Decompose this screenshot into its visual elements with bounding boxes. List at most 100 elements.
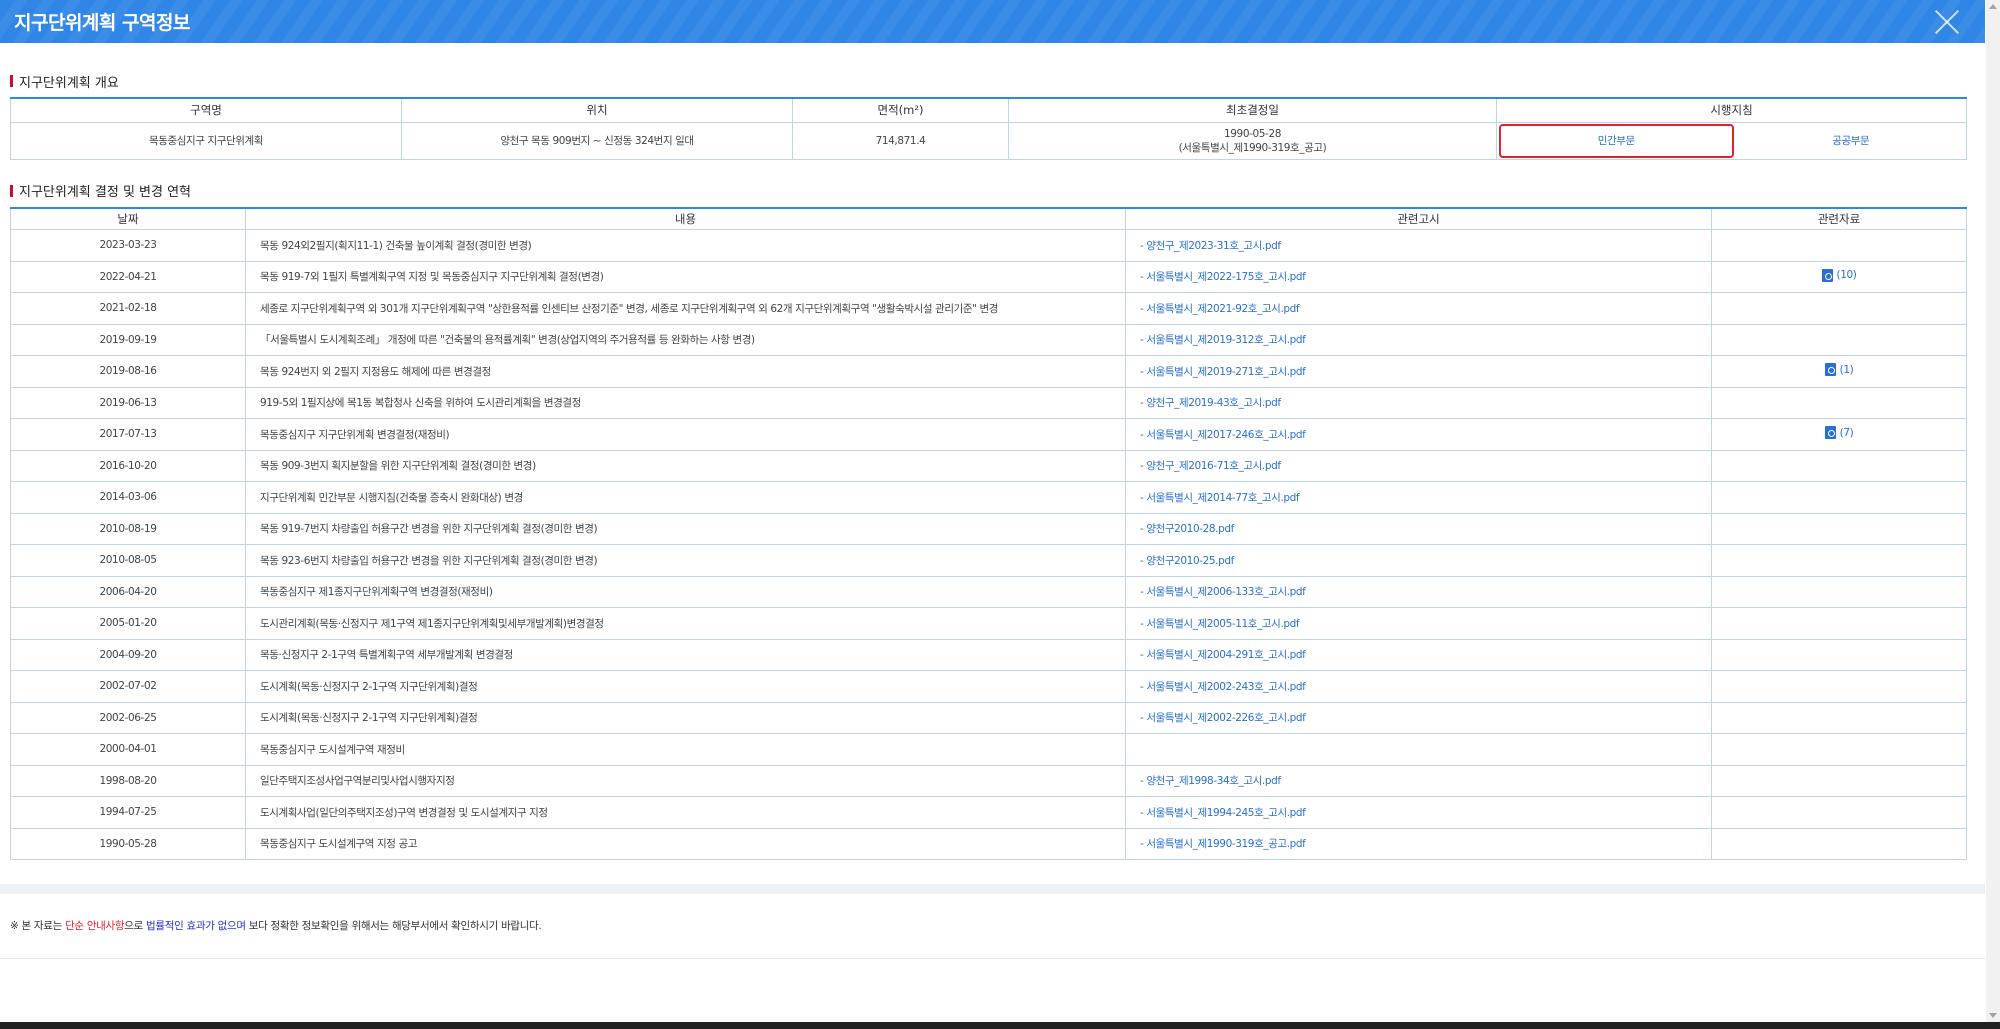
history-row: 2021-02-18 세종로 지구단위계획구역 외 301개 지구단위계획구역 "… [10,292,1967,325]
notice-pdf-link[interactable]: - 양천구_제2016-71호_고시.pdf [1140,460,1281,472]
section-marker [10,184,13,197]
notice-pdf-link[interactable]: - 양천구_제2019-43호_고시.pdf [1140,397,1281,409]
row-notice-cell: - 서울특별시_제2006-133호_고시.pdf [1125,575,1712,608]
row-content: 도시계획(목동·신정지구 2-1구역 지구단위계획)결정 [245,701,1126,734]
attachment-link[interactable]: (10) [1821,268,1857,282]
row-data-cell [1711,827,1967,860]
overview-header-row: 구역명 위치 면적(m²) 최초결정일 시행지침 [10,97,1967,123]
row-content: 목동중심지구 제1종지구단위계획구역 변경결정(재정비) [245,575,1126,608]
zone-location: 양천구 목동 909번지 ~ 신정동 324번지 일대 [401,121,793,160]
row-notice-cell: - 서울특별시_제2022-175호_고시.pdf [1125,260,1712,293]
row-content: 목동 923-6번지 차량출입 허용구간 변경을 위한 지구단위계획 결정(경미… [245,544,1126,577]
row-date: 2022-04-21 [10,260,246,293]
row-date: 1998-08-20 [10,764,246,797]
history-row: 2014-03-06 지구단위계획 민간부문 시행지침(건축물 증축시 완화대상)… [10,481,1967,514]
zone-first-date: 1990-05-28 (서울특별시_제1990-319호_공고) [1008,121,1497,160]
first-date-value: 1990-05-28 [1223,127,1282,140]
notice-pdf-link[interactable]: - 서울특별시_제2022-175호_고시.pdf [1140,271,1306,283]
popup-content: 지구단위계획 개요 구역명 위치 면적(m²) 최초결정일 시행지침 목동중심지… [0,71,1985,860]
notice-pdf-link[interactable]: - 양천구2010-25.pdf [1140,555,1234,567]
guide-public-link[interactable]: 공공부문 [1736,134,1967,148]
row-data-cell: (1) [1711,355,1967,388]
vertical-scrollbar[interactable] [1986,0,2000,1022]
disclaimer-notice: ※ 본 자료는 단순 안내사항으로 법률적인 효과가 없으며 보다 정확한 정보… [10,918,542,933]
row-notice-cell: - 서울특별시_제2019-312호_고시.pdf [1125,323,1712,356]
notice-pdf-link[interactable]: - 서울특별시_제2002-243호_고시.pdf [1140,681,1306,693]
row-data-cell [1711,386,1967,419]
row-notice-cell: - 양천구_제2023-31호_고시.pdf [1125,229,1712,262]
attachment-count: (7) [1839,426,1854,439]
notice-pdf-link[interactable]: - 양천구_제2023-31호_고시.pdf [1140,240,1281,252]
notice-pdf-link[interactable]: - 서울특별시_제2019-312호_고시.pdf [1140,334,1306,346]
history-section-title: 지구단위계획 결정 및 변경 연혁 [10,181,1975,201]
row-data-cell [1711,449,1967,482]
row-date: 2016-10-20 [10,449,246,482]
document-icon [1821,268,1833,282]
row-notice-cell: - 서울특별시_제2021-92호_고시.pdf [1125,292,1712,325]
row-notice-cell: - 서울특별시_제2002-243호_고시.pdf [1125,670,1712,703]
row-data-cell [1711,670,1967,703]
close-icon[interactable] [1933,8,1961,36]
row-content: 도시계획사업(일단의주택지조성)구역 변경결정 및 도시설계지구 지정 [245,796,1126,829]
row-date: 2002-06-25 [10,701,246,734]
row-content: 지구단위계획 민간부문 시행지침(건축물 증축시 완화대상) 변경 [245,481,1126,514]
attachment-link[interactable]: (7) [1824,426,1854,440]
row-notice-cell: - 양천구2010-28.pdf [1125,512,1712,545]
row-notice-cell: - 서울특별시_제2005-11호_고시.pdf [1125,607,1712,640]
row-date: 2014-03-06 [10,481,246,514]
notice-pdf-link[interactable]: - 서울특별시_제1990-319호_공고.pdf [1140,838,1306,850]
row-data-cell: (7) [1711,418,1967,451]
row-date: 2010-08-05 [10,544,246,577]
notice-pdf-link[interactable]: - 서울특별시_제2014-77호_고시.pdf [1140,492,1300,504]
notice-pdf-link[interactable]: - 서울특별시_제2002-226호_고시.pdf [1140,712,1306,724]
row-data-cell [1711,796,1967,829]
row-content: 세종로 지구단위계획구역 외 301개 지구단위계획구역 "상한용적률 인센티브… [245,292,1126,325]
row-data-cell [1711,638,1967,671]
row-data-cell [1711,575,1967,608]
row-data-cell: (10) [1711,260,1967,293]
row-data-cell [1711,544,1967,577]
history-title-text: 지구단위계획 결정 및 변경 연혁 [19,185,192,200]
document-icon [1824,426,1836,440]
col-guide: 시행지침 [1496,97,1967,123]
row-date: 2010-08-19 [10,512,246,545]
notice-pdf-link[interactable]: - 서울특별시_제1994-245호_고시.pdf [1140,807,1306,819]
zone-name: 목동중심지구 지구단위계획 [10,121,402,160]
row-data-cell [1711,481,1967,514]
row-content: 목동 909-3번지 획지분할을 위한 지구단위계획 결정(경미한 변경) [245,449,1126,482]
scroll-up-arrow-icon[interactable] [1989,4,1997,9]
notice-pdf-link[interactable]: - 서울특별시_제2005-11호_고시.pdf [1140,618,1300,630]
history-row: 2023-03-23 목동 924외2필지(획지11-1) 건축물 높이계획 결정… [10,229,1967,262]
notice-divider [0,958,1985,959]
attachment-count: (10) [1836,269,1857,282]
notice-pdf-link[interactable]: - 서울특별시_제2006-133호_고시.pdf [1140,586,1306,598]
notice-pdf-link[interactable]: - 양천구_제1998-34호_고시.pdf [1140,775,1281,787]
notice-pdf-link[interactable]: - 양천구2010-28.pdf [1140,523,1234,535]
col-notice: 관련고시 [1125,206,1712,230]
row-date: 2000-04-01 [10,733,246,766]
notice-pdf-link[interactable]: - 서울특별시_제2004-291호_고시.pdf [1140,649,1306,661]
col-first-date: 최초결정일 [1008,97,1497,123]
notice-pdf-link[interactable]: - 서울특별시_제2019-271호_고시.pdf [1140,366,1306,378]
row-notice-cell: - 양천구_제2016-71호_고시.pdf [1125,449,1712,482]
first-date-note: (서울특별시_제1990-319호_공고) [1178,141,1327,154]
row-notice-cell: - 서울특별시_제1990-319호_공고.pdf [1125,827,1712,860]
col-data: 관련자료 [1711,206,1967,230]
overview-section-title: 지구단위계획 개요 [10,71,1975,91]
overview-table: 구역명 위치 면적(m²) 최초결정일 시행지침 목동중심지구 지구단위계획 양… [10,97,1967,160]
col-date: 날짜 [10,206,246,230]
scroll-down-arrow-icon[interactable] [1989,1013,1997,1018]
row-data-cell [1711,607,1967,640]
row-data-cell [1711,323,1967,356]
row-notice-cell: - 서울특별시_제2014-77호_고시.pdf [1125,481,1712,514]
notice-pdf-link[interactable]: - 서울특별시_제2021-92호_고시.pdf [1140,303,1300,315]
notice-pdf-link[interactable]: - 서울특별시_제2017-246호_고시.pdf [1140,429,1306,441]
overview-row: 목동중심지구 지구단위계획 양천구 목동 909번지 ~ 신정동 324번지 일… [10,121,1967,160]
document-icon [1824,363,1836,377]
row-notice-cell: - 양천구_제1998-34호_고시.pdf [1125,764,1712,797]
guide-private-link[interactable]: 민간부문 [1499,123,1734,158]
history-row: 2019-08-16 목동 924번지 외 2필지 지정용도 해제에 따른 변경결… [10,355,1967,388]
attachment-link[interactable]: (1) [1824,363,1854,377]
notice-mid: 으로 [124,920,147,932]
row-content: 목동 924외2필지(획지11-1) 건축물 높이계획 결정(경미한 변경) [245,229,1126,262]
